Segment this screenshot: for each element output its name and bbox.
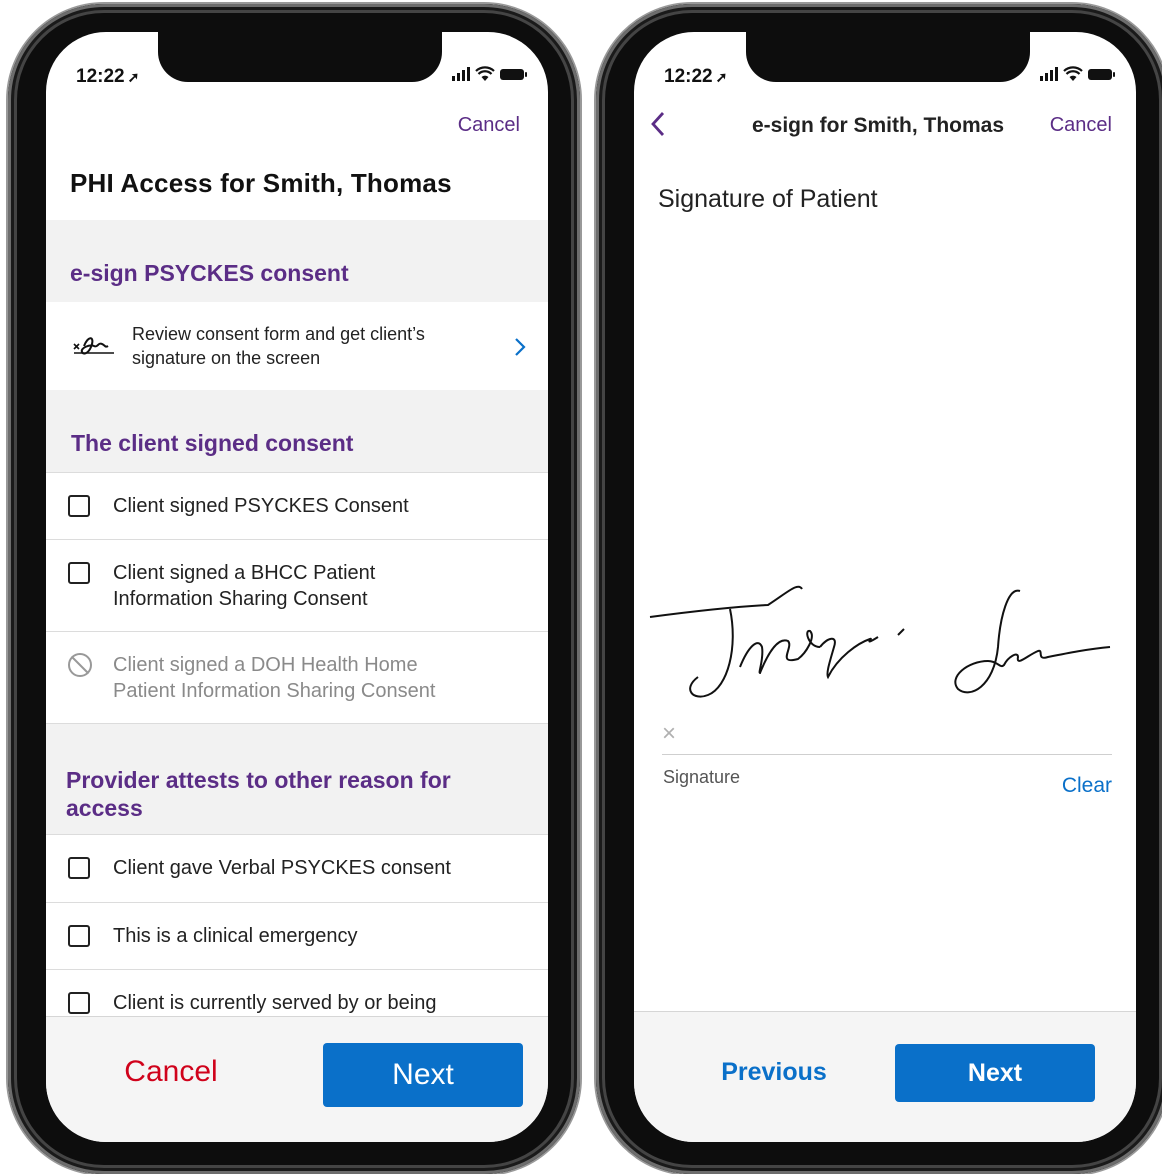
right-phone-frame: 12:22 ➚ e-sign for Smith, Thomas Cancel S…	[596, 4, 1162, 1174]
battery-icon	[500, 68, 527, 80]
option-label: Client signed a BHCC Patient Information…	[113, 562, 376, 610]
option-label: Client signed PSYCKES Consent	[113, 495, 409, 517]
page-title: PHI Access for Smith, Thomas	[70, 168, 452, 198]
left-phone-frame: 12:22 ➚ Cancel PHI Access for Smith, Thom…	[8, 4, 580, 1174]
footer-next-button[interactable]: Next	[895, 1044, 1095, 1102]
footer-next-button[interactable]: Next	[323, 1043, 523, 1107]
esign-review-item[interactable]: Review consent form and get client’s sig…	[46, 302, 548, 390]
checkbox[interactable]	[68, 495, 90, 517]
consent-option-bhcc[interactable]: Client signed a BHCC Patient Information…	[46, 539, 548, 631]
location-arrow-icon: ➚	[715, 69, 728, 85]
wifi-icon	[475, 66, 495, 81]
option-label: This is a clinical emergency	[113, 925, 358, 947]
signature-title: Signature of Patient	[658, 185, 878, 213]
left-screen: 12:22 ➚ Cancel PHI Access for Smith, Thom…	[46, 32, 548, 1142]
header-cancel-link[interactable]: Cancel	[458, 114, 520, 137]
option-label: Client signed a DOH Health Home Patient …	[113, 654, 436, 702]
left-footer: Cancel Next	[46, 1016, 548, 1142]
esign-review-text: Review consent form and get client’s sig…	[132, 324, 425, 368]
option-label: Client is currently served by or being	[113, 992, 437, 1014]
signal-icon	[1040, 67, 1058, 81]
back-chevron-icon[interactable]	[650, 110, 666, 138]
signed-section-header: The client signed consent	[46, 390, 548, 472]
signature-line	[662, 754, 1112, 755]
status-icons	[452, 64, 527, 84]
signal-icon	[452, 67, 470, 81]
status-time: 12:22 ➚	[664, 66, 728, 87]
disabled-icon	[68, 653, 92, 677]
attest-option-verbal[interactable]: Client gave Verbal PSYCKES consent	[46, 834, 548, 902]
notch	[158, 32, 442, 82]
wifi-icon	[1063, 66, 1083, 81]
attest-section-heading: Provider attests to other reason for acc…	[66, 767, 451, 821]
chevron-right-icon	[515, 338, 526, 356]
esign-section-heading: e-sign PSYCKES consent	[70, 260, 349, 286]
attest-option-emergency[interactable]: This is a clinical emergency	[46, 902, 548, 969]
consent-option-doh: Client signed a DOH Health Home Patient …	[46, 631, 548, 723]
right-screen: 12:22 ➚ e-sign for Smith, Thomas Cancel S…	[634, 32, 1136, 1142]
esign-section-header: e-sign PSYCKES consent	[46, 220, 548, 302]
clear-signature-button[interactable]: Clear	[1062, 774, 1112, 798]
header-cancel-link[interactable]: Cancel	[1050, 114, 1112, 137]
footer-previous-button[interactable]: Previous	[704, 1058, 844, 1087]
notch	[746, 32, 1030, 82]
signature-label: Signature	[663, 767, 741, 787]
status-time: 12:22 ➚	[76, 66, 140, 87]
checkbox[interactable]	[68, 992, 90, 1014]
signature-canvas[interactable]	[648, 577, 1118, 707]
checkbox[interactable]	[68, 857, 90, 879]
header-title: e-sign for Smith, Thomas	[752, 114, 1005, 137]
battery-icon	[1088, 68, 1115, 80]
attest-section-header: Provider attests to other reason for acc…	[46, 723, 548, 834]
location-arrow-icon: ➚	[127, 69, 140, 85]
checkbox[interactable]	[68, 562, 90, 584]
checkbox[interactable]	[68, 925, 90, 947]
signature-icon	[73, 337, 114, 355]
option-label: Client gave Verbal PSYCKES consent	[113, 857, 451, 879]
footer-cancel-button[interactable]: Cancel	[86, 1055, 256, 1089]
signature-x-mark: ×	[662, 720, 677, 747]
right-footer: Previous Next	[634, 1011, 1136, 1142]
status-icons	[1040, 64, 1115, 84]
signed-section-heading: The client signed consent	[71, 430, 354, 456]
consent-option-psyckes[interactable]: Client signed PSYCKES Consent	[46, 472, 548, 539]
